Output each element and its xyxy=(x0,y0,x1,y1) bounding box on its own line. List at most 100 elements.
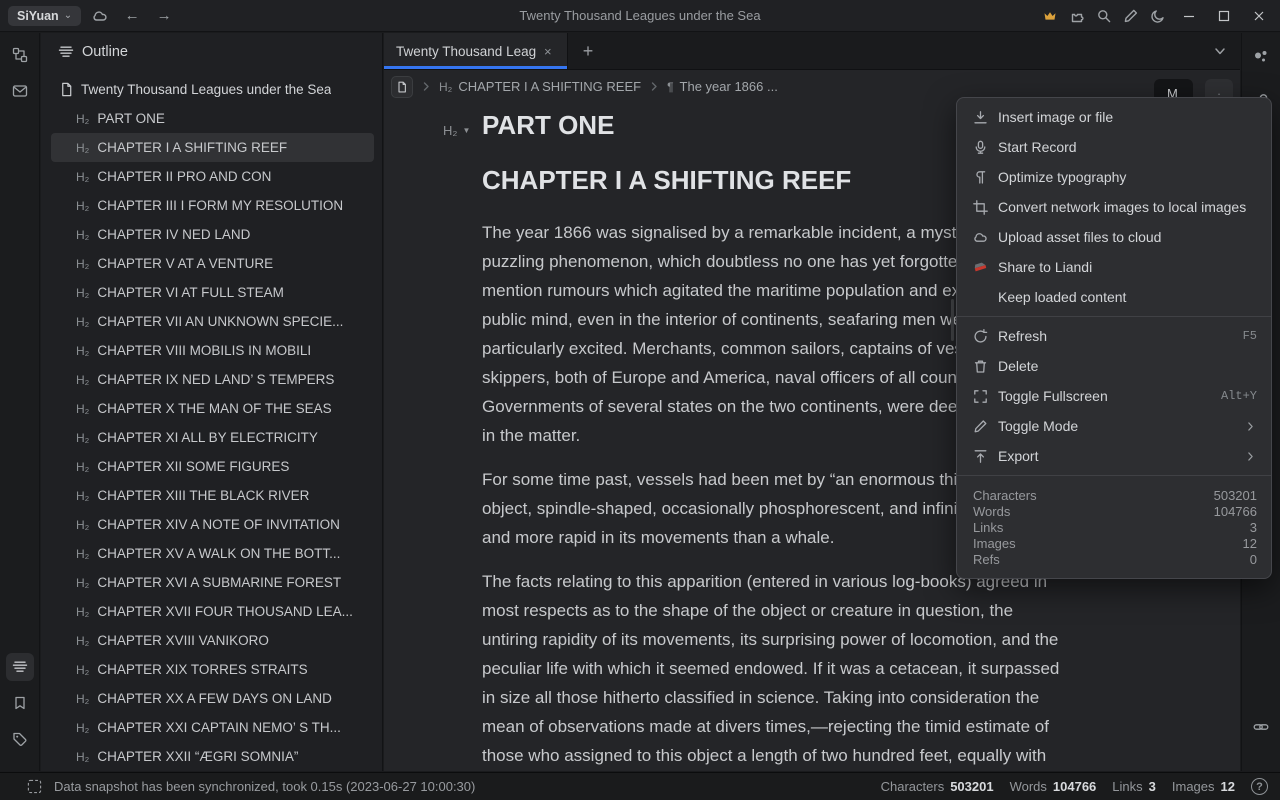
new-tab-button[interactable]: + xyxy=(568,33,608,69)
cloud-icon xyxy=(92,8,108,24)
dock-graph-view-button[interactable] xyxy=(1247,43,1275,71)
outline-item[interactable]: H₂CHAPTER VII AN UNKNOWN SPECIE... xyxy=(51,307,374,336)
dock-link-button[interactable] xyxy=(1247,713,1275,741)
dock-inbox-button[interactable] xyxy=(6,77,34,105)
outline-item[interactable]: H₂CHAPTER XXI CAPTAIN NEMO’ S TH... xyxy=(51,713,374,742)
subscription-button[interactable] xyxy=(1037,3,1063,29)
outline-item[interactable]: H₂CHAPTER XII SOME FIGURES xyxy=(51,452,374,481)
count-characters: Characters503201 xyxy=(881,779,994,794)
dock-tag-button[interactable] xyxy=(6,725,34,753)
menu-item-delete[interactable]: Delete xyxy=(957,351,1271,381)
outline-item[interactable]: H₂CHAPTER XI ALL BY ELECTRICITY xyxy=(51,423,374,452)
search-button[interactable] xyxy=(1091,3,1117,29)
empty-icon-spacer xyxy=(973,290,988,305)
outline-panel-header: Outline xyxy=(41,33,382,71)
breadcrumb-heading[interactable]: H₂ CHAPTER I A SHIFTING REEF xyxy=(439,79,641,94)
outline-item[interactable]: H₂CHAPTER II PRO AND CON xyxy=(51,162,374,191)
h2-badge: H₂ xyxy=(76,141,89,155)
outline-item[interactable]: H₂CHAPTER III I FORM MY RESOLUTION xyxy=(51,191,374,220)
crop-icon xyxy=(973,200,988,215)
outline-item[interactable]: H₂CHAPTER XXII “ÆGRI SOMNIA” xyxy=(51,742,374,771)
maximize-button[interactable] xyxy=(1207,3,1241,29)
pencil-icon xyxy=(973,419,988,434)
edit-mode-button[interactable] xyxy=(1118,3,1144,29)
outline-item[interactable]: H₂CHAPTER XIV A NOTE OF INVITATION xyxy=(51,510,374,539)
outline-item[interactable]: H₂CHAPTER XX A FEW DAYS ON LAND xyxy=(51,684,374,713)
menu-item-convert-images[interactable]: Convert network images to local images xyxy=(957,192,1271,222)
menu-item-share-liandi[interactable]: Share to Liandi xyxy=(957,252,1271,282)
outline-item[interactable]: H₂CHAPTER V AT A VENTURE xyxy=(51,249,374,278)
menu-item-toggle-fullscreen[interactable]: Toggle Fullscreen Alt+Y xyxy=(957,381,1271,411)
menu-item-upload-cloud[interactable]: Upload asset files to cloud xyxy=(957,222,1271,252)
app-menu-button[interactable]: SiYuan ⌄ xyxy=(8,6,81,26)
menu-item-toggle-mode[interactable]: Toggle Mode xyxy=(957,411,1271,441)
h2-badge: H₂ xyxy=(76,170,89,184)
back-button[interactable]: ← xyxy=(119,3,145,29)
fullscreen-icon xyxy=(973,389,988,404)
dock-bookmark-button[interactable] xyxy=(6,689,34,717)
outline-item[interactable]: H₂CHAPTER IX NED LAND’ S TEMPERS xyxy=(51,365,374,394)
menu-item-keep-loaded[interactable]: Keep loaded content xyxy=(957,282,1271,312)
tab-bar: Twenty Thousand Leag × + xyxy=(384,33,1240,70)
outline-item[interactable]: H₂CHAPTER X THE MAN OF THE SEAS xyxy=(51,394,374,423)
h2-badge: H₂ xyxy=(76,750,89,764)
outline-item[interactable]: H₂CHAPTER IV NED LAND xyxy=(51,220,374,249)
snapshot-icon[interactable] xyxy=(27,779,42,794)
menu-item-optimize-typography[interactable]: Optimize typography xyxy=(957,162,1271,192)
h2-badge: H₂ xyxy=(76,373,89,387)
mail-icon xyxy=(12,83,28,99)
editor-scrollbar[interactable] xyxy=(951,299,954,341)
h2-badge: H₂ xyxy=(76,257,89,271)
outline-panel: Outline Twenty Thousand Leagues under th… xyxy=(41,33,383,771)
active-tab-indicator xyxy=(384,66,567,69)
search-icon xyxy=(1096,8,1112,24)
outline-item[interactable]: H₂CHAPTER VIII MOBILIS IN MOBILI xyxy=(51,336,374,365)
plugins-button[interactable] xyxy=(1064,3,1090,29)
close-icon xyxy=(1251,8,1267,24)
h2-badge: H₂ xyxy=(439,80,452,94)
crown-icon xyxy=(1042,8,1058,24)
menu-item-insert-image[interactable]: Insert image or file xyxy=(957,102,1271,132)
outline-doc-item[interactable]: Twenty Thousand Leagues under the Sea xyxy=(51,75,374,104)
menu-item-refresh[interactable]: Refresh F5 xyxy=(957,321,1271,351)
outline-item[interactable]: H₂CHAPTER XIII THE BLACK RIVER xyxy=(51,481,374,510)
h2-badge: H₂ xyxy=(76,460,89,474)
sync-cloud-button[interactable] xyxy=(87,3,113,29)
tab-menu-chevron-icon[interactable] xyxy=(1212,43,1228,59)
outline-panel-title: Outline xyxy=(82,44,128,60)
dock-outline-button[interactable] xyxy=(6,653,34,681)
help-icon[interactable]: ? xyxy=(1251,778,1268,795)
shortcut-label: Alt+Y xyxy=(1221,389,1257,403)
breadcrumb-doc-button[interactable] xyxy=(391,76,413,98)
menu-item-start-record[interactable]: Start Record xyxy=(957,132,1271,162)
paragraph[interactable]: The facts relating to this apparition (e… xyxy=(482,567,1060,771)
outline-item[interactable]: H₂CHAPTER XVI A SUBMARINE FOREST xyxy=(51,568,374,597)
outline-item[interactable]: H₂CHAPTER XIX TORRES STRAITS xyxy=(51,655,374,684)
outline-item[interactable]: H₂PART ONE xyxy=(51,104,374,133)
outline-item[interactable]: H₂CHAPTER XVII FOUR THOUSAND LEA... xyxy=(51,597,374,626)
outline-item[interactable]: H₂CHAPTER XV A WALK ON THE BOTT... xyxy=(51,539,374,568)
dock-graph-button[interactable] xyxy=(6,41,34,69)
h2-badge: H₂ xyxy=(76,605,89,619)
count-links: Links3 xyxy=(1112,779,1156,794)
minimize-icon xyxy=(1181,8,1197,24)
forward-button[interactable]: → xyxy=(151,3,177,29)
chevron-down-icon: ⌄ xyxy=(64,10,72,21)
back-arrow-icon: ← xyxy=(125,7,140,24)
left-dock xyxy=(0,33,40,771)
h2-badge: H₂ xyxy=(76,344,89,358)
microphone-icon xyxy=(973,140,988,155)
tab-close-icon[interactable]: × xyxy=(544,44,552,59)
block-gutter[interactable]: H₂ ▼ xyxy=(443,123,470,138)
outline-item[interactable]: H₂CHAPTER VI AT FULL STEAM xyxy=(51,278,374,307)
minimize-button[interactable] xyxy=(1172,3,1206,29)
menu-item-export[interactable]: Export xyxy=(957,441,1271,471)
h2-badge: H₂ xyxy=(76,315,89,329)
theme-button[interactable] xyxy=(1145,3,1171,29)
forward-arrow-icon: → xyxy=(157,7,172,24)
breadcrumb-block[interactable]: ¶ The year 1866 ... xyxy=(667,79,778,94)
tab-document[interactable]: Twenty Thousand Leag × xyxy=(384,33,568,69)
outline-item[interactable]: H₂CHAPTER XVIII VANIKORO xyxy=(51,626,374,655)
outline-item-selected[interactable]: H₂CHAPTER I A SHIFTING REEF xyxy=(51,133,374,162)
close-button[interactable] xyxy=(1242,3,1276,29)
